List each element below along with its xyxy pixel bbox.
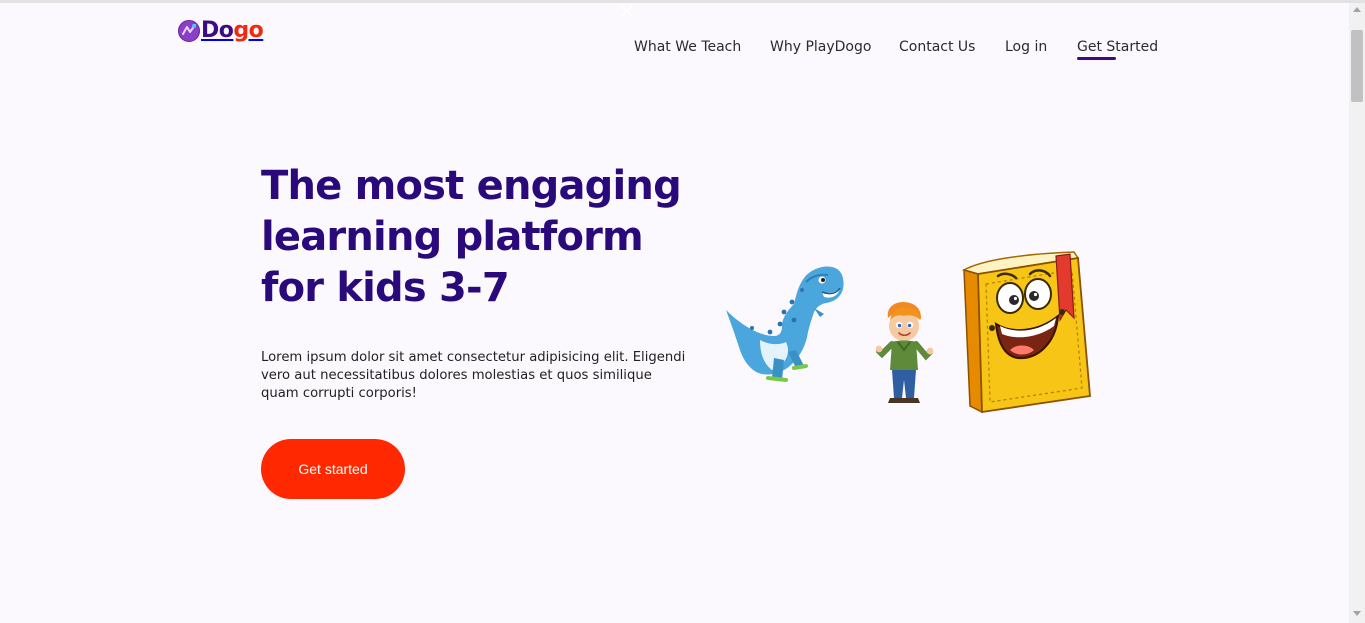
main-navigation: What We Teach Why PlayDogo Contact Us Lo… bbox=[0, 37, 1365, 67]
nav-link-log-in[interactable]: Log in bbox=[1005, 37, 1047, 57]
book-character-illustration bbox=[962, 251, 1091, 414]
browser-top-edge bbox=[0, 0, 1365, 3]
close-icon[interactable]: ✕ bbox=[619, 3, 635, 22]
nav-link-get-started[interactable]: Get Started bbox=[1077, 37, 1158, 60]
nav-link-contact-us[interactable]: Contact Us bbox=[899, 37, 975, 57]
scrollbar-thumb[interactable] bbox=[1351, 30, 1363, 102]
hero-description: Lorem ipsum dolor sit amet consectetur a… bbox=[261, 350, 686, 401]
boy-illustration bbox=[876, 302, 934, 403]
get-started-button[interactable]: Get started bbox=[261, 439, 405, 499]
nav-link-why-playdogo[interactable]: Why PlayDogo bbox=[770, 37, 871, 57]
scroll-up-arrow-icon[interactable] bbox=[1353, 7, 1361, 12]
hero-title: The most engaging learning platform for … bbox=[261, 163, 682, 311]
dinosaur-illustration bbox=[726, 266, 844, 382]
scroll-down-arrow-icon[interactable] bbox=[1353, 611, 1361, 616]
nav-link-what-we-teach[interactable]: What We Teach bbox=[634, 37, 741, 57]
